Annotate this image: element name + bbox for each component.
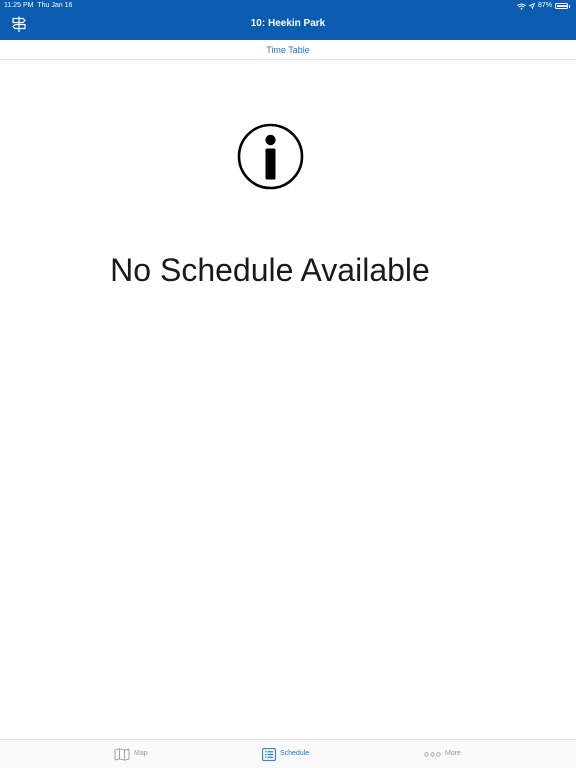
tab-bar: Map Schedule More [0,739,576,768]
tab-map-label: Map [134,750,148,757]
tab-schedule-label: Schedule [280,750,310,757]
status-bar: 11:25 PM Thu Jan 16 87% [0,0,576,12]
more-dots-icon [424,751,441,757]
segment-bar: Time Table [0,40,576,60]
info-icon [237,123,304,190]
tab-more-label: More [445,750,461,757]
list-icon [262,747,276,761]
status-indicators: 87% [517,0,570,12]
tab-schedule[interactable]: Schedule [262,740,309,768]
battery-icon [555,3,568,9]
page-title: 10: Heekin Park [250,18,326,29]
battery-cap [569,4,570,8]
status-time: 11:25 PM [4,2,34,9]
empty-state-message: No Schedule Available [110,252,430,288]
map-icon [114,747,130,761]
navigation-header: 11:25 PM Thu Jan 16 87% 10: Heekin Park [0,0,576,40]
battery-percent: 87% [537,2,552,9]
wifi-icon [517,3,526,10]
status-time-date: 11:25 PM Thu Jan 16 [4,0,72,12]
tab-time-table[interactable]: Time Table [0,44,576,56]
tab-more[interactable]: More [424,740,461,768]
tab-map[interactable]: Map [114,740,148,768]
location-arrow-icon [528,3,535,9]
status-date: Thu Jan 16 [37,2,73,9]
